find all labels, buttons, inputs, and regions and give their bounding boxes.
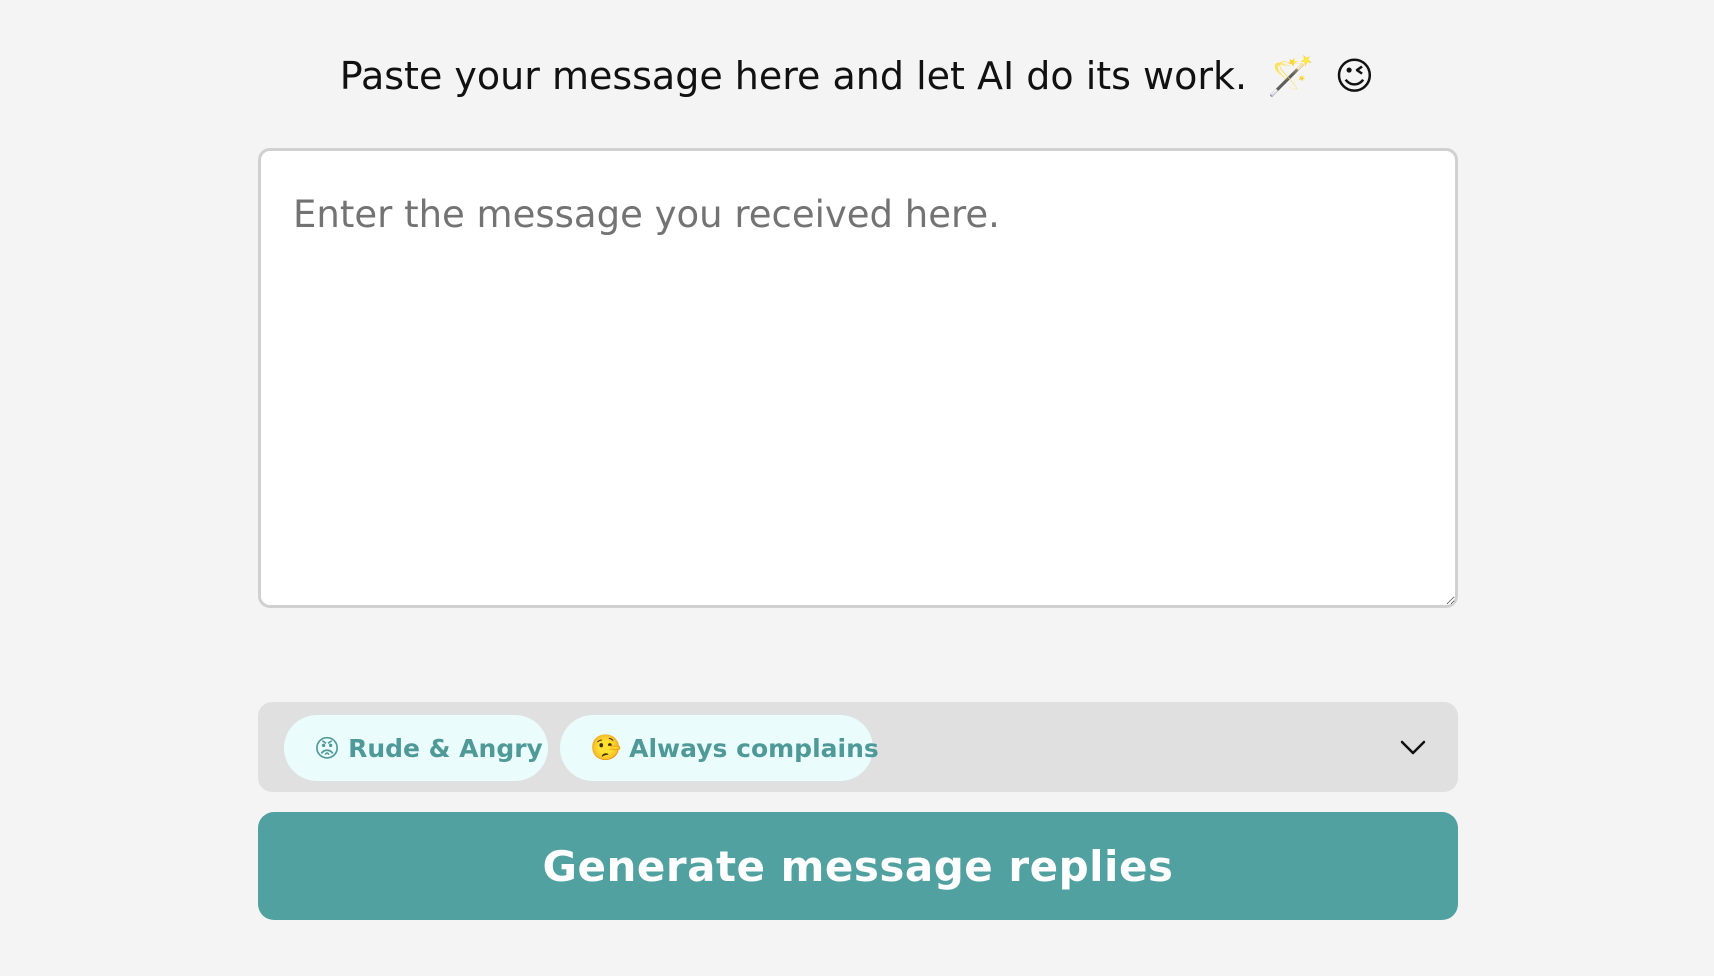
tag-chip-label: Always complains [629, 733, 879, 763]
lying-face-icon: 🤥 [590, 733, 622, 762]
heading-text: Paste your message here and let AI do it… [339, 54, 1248, 98]
tag-chip-always-complains[interactable]: 🤥 Always complains [560, 715, 879, 781]
tag-chip-label: Rude & Angry [348, 733, 543, 763]
wink-emoji-icon: 😉 [1334, 54, 1375, 98]
tag-selector: 😡 Rude & Angry 🤥 Always complains [258, 702, 1458, 792]
generate-replies-button[interactable]: Generate message replies [258, 812, 1458, 920]
tag-chip-rude-angry[interactable]: 😡 Rude & Angry [284, 715, 548, 781]
page-heading: Paste your message here and let AI do it… [0, 48, 1714, 104]
message-input[interactable] [258, 148, 1458, 608]
chevron-down-icon[interactable] [1396, 730, 1430, 764]
magic-wand-icon: 🪄 [1267, 54, 1315, 98]
angry-face-icon: 😡 [314, 733, 341, 763]
